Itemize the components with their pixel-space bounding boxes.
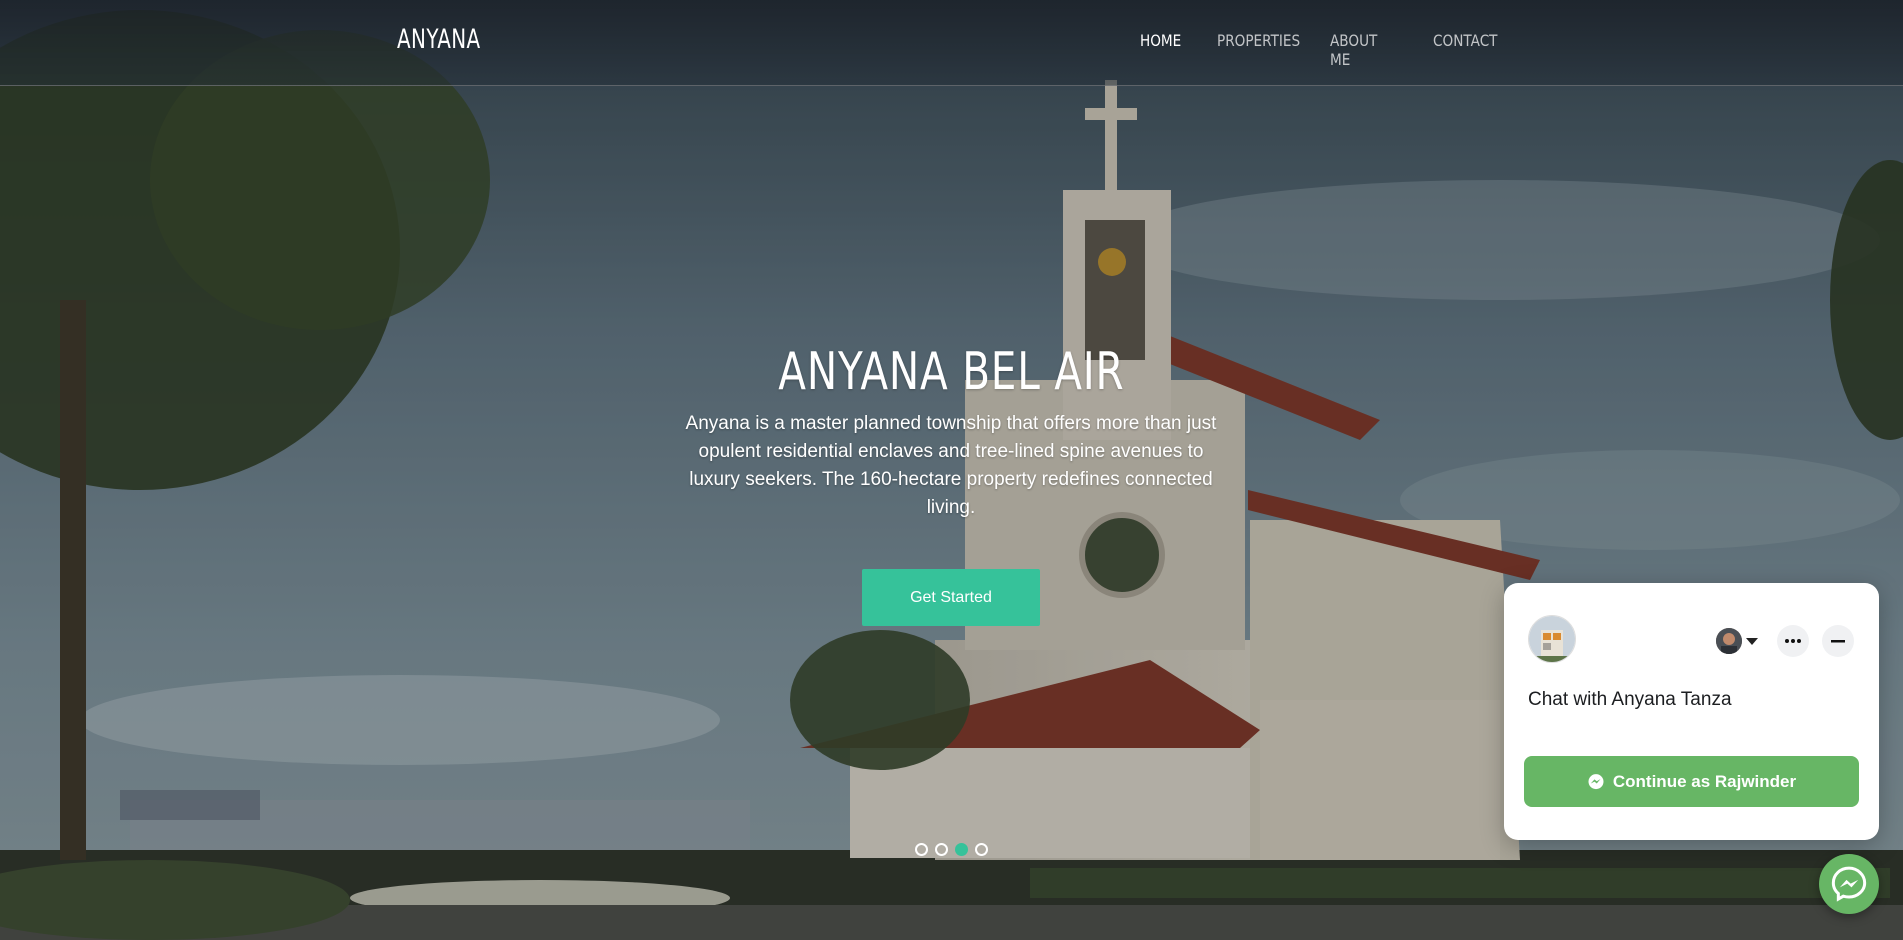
messenger-icon (1831, 866, 1867, 902)
more-icon (1785, 639, 1801, 643)
chevron-down-icon (1746, 637, 1758, 645)
messenger-launcher-button[interactable] (1819, 854, 1879, 914)
minimize-icon (1831, 639, 1845, 642)
nav-home[interactable]: HOME (1140, 31, 1181, 50)
site-header: ANYANA HOME PROPERTIES ABOUT ME CONTACT (0, 0, 1903, 86)
nav-properties[interactable]: PROPERTIES (1217, 31, 1300, 50)
more-options-button[interactable] (1777, 625, 1809, 657)
nav-about-me[interactable]: ABOUT ME (1330, 31, 1377, 69)
user-avatar (1716, 628, 1742, 654)
minimize-button[interactable] (1822, 625, 1854, 657)
chat-widget: Chat with Anyana Tanza Continue as Rajwi… (1504, 583, 1879, 840)
messenger-icon (1588, 773, 1604, 789)
user-switcher[interactable] (1716, 626, 1766, 656)
page-avatar (1528, 615, 1576, 663)
site-logo[interactable]: ANYANA (397, 24, 481, 55)
nav-contact[interactable]: CONTACT (1433, 31, 1497, 50)
hero-title: ANYANA BEL AIR (778, 342, 1125, 402)
continue-as-button[interactable]: Continue as Rajwinder (1524, 756, 1859, 807)
carousel-dot-1[interactable] (915, 843, 928, 856)
continue-as-label: Continue as Rajwinder (1612, 771, 1797, 791)
carousel-dot-4[interactable] (975, 843, 988, 856)
carousel-dot-3[interactable] (955, 843, 968, 856)
chat-title: Chat with Anyana Tanza (1528, 689, 1732, 710)
get-started-button[interactable]: Get Started (862, 569, 1040, 626)
carousel-dot-2[interactable] (935, 843, 948, 856)
hero-description: Anyana is a master planned township that… (685, 413, 1217, 518)
carousel-indicators (915, 843, 988, 856)
